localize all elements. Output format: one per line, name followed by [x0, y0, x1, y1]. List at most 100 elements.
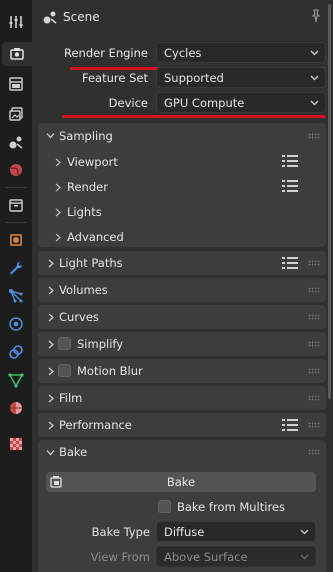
bake-from-multires-label: Bake from Multires	[177, 500, 285, 514]
sampling-item-label: Render	[67, 180, 108, 194]
bake-button-label: Bake	[166, 475, 196, 489]
chevron-down-icon	[300, 554, 309, 560]
feature-set-value: Supported	[164, 70, 224, 85]
sampling-panel: Sampling Viewport Render Lights Advanced	[38, 123, 326, 247]
drag-grip-icon[interactable]	[308, 422, 320, 428]
simplify-panel[interactable]: Simplify	[38, 332, 326, 356]
bake-type-label: Bake Type	[91, 525, 150, 539]
feature-set-dropdown[interactable]: Supported	[156, 67, 326, 88]
output-tab-icon[interactable]	[4, 72, 28, 96]
properties-editor: Scene Render Engine Cycles Feature Set S…	[32, 0, 333, 572]
collapsed-arrow-icon	[48, 286, 54, 295]
bake-type-value: Diffuse	[164, 524, 205, 539]
tab-separator	[6, 222, 26, 223]
material-tab-icon[interactable]	[4, 396, 28, 420]
collapsed-arrow-icon	[48, 340, 54, 349]
simplify-checkbox[interactable]	[58, 337, 71, 350]
modifiers-tab-icon[interactable]	[4, 256, 28, 280]
drag-grip-icon[interactable]	[308, 133, 320, 139]
drag-grip-icon[interactable]	[308, 287, 320, 293]
bake-type-dropdown[interactable]: Diffuse	[156, 521, 316, 542]
physics-tab-icon[interactable]	[4, 312, 28, 336]
sampling-subpanel-advanced[interactable]: Advanced	[54, 229, 124, 245]
expanded-arrow-icon	[46, 133, 55, 139]
world-tab-icon[interactable]	[4, 158, 28, 182]
light-paths-title: Light Paths	[59, 256, 123, 270]
bake-panel-header[interactable]: Bake	[38, 440, 326, 464]
sampling-subpanel-lights[interactable]: Lights	[54, 204, 102, 220]
collapsed-arrow-icon	[55, 183, 61, 191]
view-from-dropdown[interactable]: Above Surface	[156, 546, 316, 567]
drag-grip-icon[interactable]	[308, 449, 320, 455]
sampling-title: Sampling	[59, 129, 113, 143]
render-still-icon	[50, 476, 62, 488]
particles-tab-icon[interactable]	[4, 284, 28, 308]
view-from-label: View From	[90, 550, 150, 564]
drag-grip-icon[interactable]	[308, 341, 320, 347]
bake-button[interactable]: Bake	[46, 472, 316, 492]
expanded-arrow-icon	[46, 450, 55, 456]
constraints-tab-icon[interactable]	[4, 340, 28, 364]
tab-separator	[6, 187, 26, 188]
performance-title: Performance	[59, 418, 132, 432]
preset-list-icon[interactable]	[282, 419, 298, 431]
collapsed-arrow-icon	[48, 313, 54, 322]
render-engine-value: Cycles	[164, 45, 202, 60]
view-from-value: Above Surface	[164, 549, 248, 564]
motion-blur-panel[interactable]: Motion Blur	[38, 359, 326, 383]
collapsed-arrow-icon	[55, 208, 61, 216]
chevron-down-icon	[300, 529, 309, 535]
drag-grip-icon[interactable]	[308, 260, 320, 266]
collapsed-arrow-icon	[48, 394, 54, 403]
render-engine-dropdown[interactable]: Cycles	[156, 42, 326, 63]
drag-grip-icon[interactable]	[308, 314, 320, 320]
device-value: GPU Compute	[164, 95, 245, 110]
preset-list-icon[interactable]	[282, 257, 298, 269]
film-panel[interactable]: Film	[38, 386, 326, 410]
render-tab-icon[interactable]	[2, 42, 32, 66]
drag-grip-icon[interactable]	[308, 395, 320, 401]
drag-grip-icon[interactable]	[308, 368, 320, 374]
device-dropdown[interactable]: GPU Compute	[156, 92, 326, 113]
sampling-item-label: Lights	[67, 205, 102, 219]
curves-panel[interactable]: Curves	[38, 305, 326, 329]
collection-tab-icon[interactable]	[4, 193, 28, 217]
light-paths-panel[interactable]: Light Paths	[38, 251, 326, 275]
bake-panel: Bake Bake Bake from Multires Bake Type D…	[38, 440, 326, 572]
vertical-scrollbar[interactable]	[328, 4, 331, 399]
preset-list-icon[interactable]	[282, 180, 298, 192]
object-tab-icon[interactable]	[4, 228, 28, 252]
motion-blur-checkbox[interactable]	[58, 364, 71, 377]
chevron-down-icon	[310, 75, 319, 81]
sampling-item-label: Viewport	[67, 155, 118, 169]
motion-blur-title: Motion Blur	[77, 364, 143, 378]
volumes-panel[interactable]: Volumes	[38, 278, 326, 302]
sampling-panel-header[interactable]: Sampling	[38, 123, 326, 149]
tool-settings-tab-icon[interactable]	[4, 10, 28, 34]
collapsed-arrow-icon	[48, 259, 54, 268]
curves-title: Curves	[59, 310, 99, 324]
highlight-underline	[62, 115, 326, 118]
sampling-subpanel-render[interactable]: Render	[54, 179, 108, 195]
preset-list-icon[interactable]	[282, 155, 298, 167]
sampling-subpanel-viewport[interactable]: Viewport	[54, 154, 118, 170]
simplify-title: Simplify	[77, 337, 124, 351]
collapsed-arrow-icon	[55, 158, 61, 166]
scene-icon	[42, 9, 58, 28]
chevron-down-icon	[310, 50, 319, 56]
collapsed-arrow-icon	[48, 421, 54, 430]
feature-set-label: Feature Set	[82, 71, 148, 85]
view-layer-tab-icon[interactable]	[4, 102, 28, 126]
collapsed-arrow-icon	[55, 233, 61, 241]
film-title: Film	[59, 391, 83, 405]
bake-from-multires-checkbox[interactable]	[158, 500, 171, 513]
data-tab-icon[interactable]	[4, 368, 28, 392]
properties-tab-bar	[0, 0, 32, 572]
sampling-item-label: Advanced	[67, 230, 124, 244]
pin-icon[interactable]	[309, 9, 323, 26]
context-title: Scene	[63, 10, 100, 24]
volumes-title: Volumes	[59, 283, 108, 297]
texture-tab-icon[interactable]	[4, 432, 28, 456]
performance-panel[interactable]: Performance	[38, 413, 326, 437]
scene-tab-icon[interactable]	[4, 130, 28, 154]
